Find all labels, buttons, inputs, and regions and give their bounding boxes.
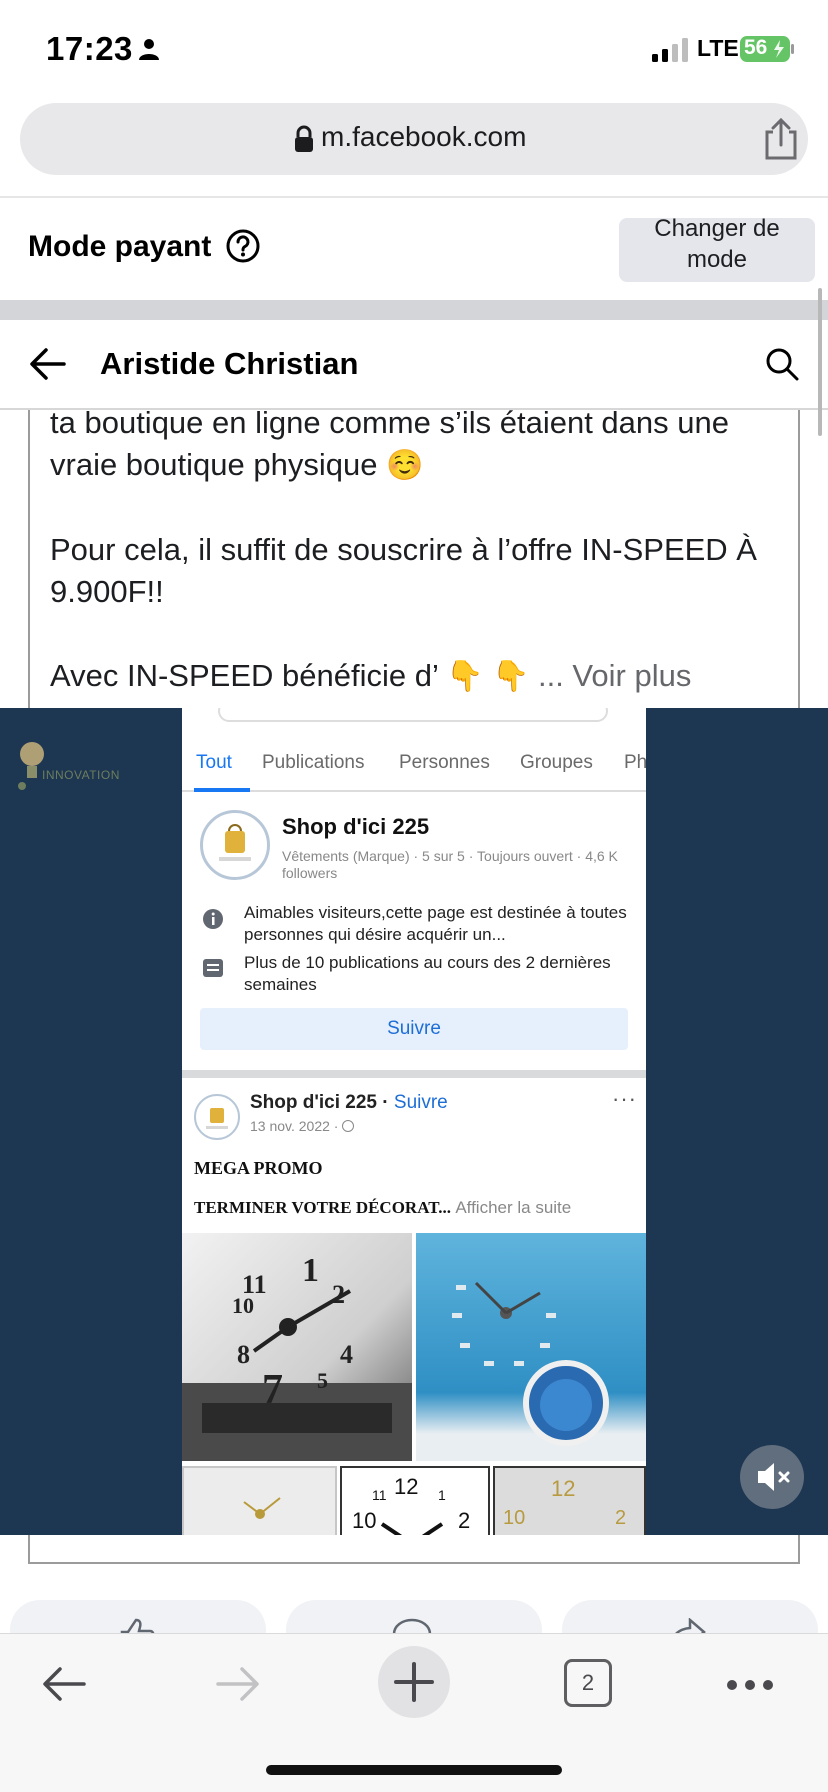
logo-text: INNOVATION <box>42 768 120 782</box>
post-line: Pour cela, il suffit de souscrire à l’of… <box>50 532 757 567</box>
show-more-link: Afficher la suite <box>455 1198 572 1217</box>
shop-post-date: 13 nov. 2022 · <box>250 1118 355 1134</box>
change-mode-button[interactable]: Changer de mode <box>619 215 815 282</box>
svg-text:10: 10 <box>352 1508 376 1533</box>
post-line: vraie boutique physique ☺️ <box>50 444 790 487</box>
info-icon <box>203 909 223 929</box>
home-indicator[interactable] <box>266 1765 562 1775</box>
svg-text:10: 10 <box>503 1507 525 1529</box>
svg-text:12: 12 <box>551 1476 575 1501</box>
innovation-logo <box>18 742 44 790</box>
promo-title: MEGA PROMO <box>194 1158 323 1178</box>
shop-post: Shop d'ici 225 · Suivre 13 nov. 2022 · ·… <box>182 1078 646 1535</box>
battery-icon: 56 <box>740 35 796 63</box>
tab-personnes: Personnes <box>399 752 490 773</box>
clock-photo-3 <box>182 1466 337 1535</box>
search-tabs: Tout Publications Personnes Groupes Ph <box>182 730 646 792</box>
paid-mode-banner: Mode payant Changer de mode <box>0 198 828 300</box>
tab-photos: Ph <box>624 752 646 773</box>
post-line-text: Avec IN-SPEED bénéficie d’ <box>50 658 438 693</box>
svg-text:1: 1 <box>438 1487 446 1503</box>
page-meta: Vêtements (Marque) · 5 sur 5 · Toujours … <box>282 848 618 881</box>
svg-text:11: 11 <box>372 1487 387 1503</box>
battery-level: 56 <box>744 36 768 59</box>
globe-icon <box>342 1120 355 1132</box>
shop-name-text: Shop d'ici 225 <box>250 1092 377 1113</box>
shop-follow-link: Suivre <box>393 1092 448 1113</box>
svg-text:7: 7 <box>262 1367 283 1413</box>
shop-name: Shop d'ici 225 · Suivre <box>250 1092 448 1113</box>
svg-text:4: 4 <box>340 1340 353 1369</box>
tabs-button[interactable]: 2 <box>564 1659 612 1707</box>
see-more-link[interactable]: ... Voir plus <box>538 658 691 693</box>
post-text: ta boutique en ligne comme s’ils étaient… <box>50 402 790 698</box>
lock-icon <box>295 125 313 152</box>
tab-tout: Tout <box>196 752 232 773</box>
scrollbar[interactable] <box>818 288 822 436</box>
page-result: Shop d'ici 225 Vêtements (Marque) · 5 su… <box>182 792 646 1070</box>
page-avatar <box>200 810 270 880</box>
screenshot-in-video: Tout Publications Personnes Groupes Ph S… <box>182 708 646 1535</box>
post-line: Avec IN-SPEED bénéficie d’ 👇 👇 ... Voir … <box>50 655 790 698</box>
network-label: LTE <box>697 35 739 61</box>
plus-icon <box>394 1662 434 1702</box>
profile-header: Aristide Christian <box>0 320 828 410</box>
post-line: 9.900F!! <box>50 574 164 609</box>
more-options-icon: ··· <box>612 1086 637 1111</box>
svg-text:8: 8 <box>237 1340 250 1369</box>
svg-text:2: 2 <box>615 1507 626 1529</box>
svg-text:1: 1 <box>302 1252 319 1289</box>
separator <box>182 1070 646 1078</box>
back-icon[interactable] <box>40 1664 88 1704</box>
svg-text:2: 2 <box>458 1508 470 1533</box>
section-separator <box>0 300 828 320</box>
page-description: Aimables visiteurs,cette page est destin… <box>244 903 627 944</box>
search-field-fragment <box>218 708 608 722</box>
search-icon[interactable] <box>764 346 800 382</box>
person-icon <box>139 39 159 60</box>
post-video[interactable]: INNOVATION Tout Publications Personnes G… <box>0 708 828 1535</box>
new-tab-button[interactable] <box>378 1646 450 1718</box>
profile-name: Aristide Christian <box>100 346 359 381</box>
back-arrow-icon[interactable] <box>28 346 68 382</box>
svg-text:10: 10 <box>232 1293 254 1318</box>
tab-groupes: Groupes <box>520 752 593 773</box>
more-icon[interactable] <box>726 1679 774 1691</box>
post-line-text: vraie boutique physique <box>50 447 378 482</box>
address-bar[interactable]: m.facebook.com <box>20 103 808 175</box>
clock-photo-1: 11 1 2 10 8 4 7 5 <box>182 1233 412 1461</box>
clock-photo-2 <box>416 1233 646 1461</box>
smile-emoji: ☺️ <box>386 449 424 482</box>
clock-photo-5: 12 10 2 <box>493 1466 646 1535</box>
share-icon[interactable] <box>761 117 801 161</box>
status-bar: 17:23 LTE 56 <box>0 0 828 96</box>
svg-text:5: 5 <box>317 1368 328 1393</box>
change-mode-label-2: mode <box>686 246 748 273</box>
speaker-muted-icon <box>758 1463 790 1491</box>
signal-icon <box>652 38 688 62</box>
url-text: m.facebook.com <box>321 121 527 152</box>
shop-post-date-text: 13 nov. 2022 · <box>250 1118 339 1134</box>
promo-text-main: TERMINER VOTRE DÉCORAT... <box>194 1198 452 1217</box>
help-icon[interactable] <box>226 229 260 263</box>
pointing-down-emoji: 👇 👇 <box>446 660 530 693</box>
svg-text:12: 12 <box>394 1474 418 1499</box>
clock-photo-4: 12 11 1 10 2 <box>340 1466 490 1535</box>
promo-text: TERMINER VOTRE DÉCORAT... Afficher la su… <box>194 1198 571 1218</box>
tab-publications: Publications <box>262 752 365 773</box>
mode-title: Mode payant <box>28 230 212 263</box>
page-name: Shop d'ici 225 <box>282 814 430 839</box>
shop-avatar <box>194 1094 240 1140</box>
forward-icon[interactable] <box>214 1664 262 1704</box>
posts-frequency: Plus de 10 publications au cours des 2 d… <box>244 953 611 994</box>
posts-icon <box>203 959 223 977</box>
status-time: 17:23 <box>46 30 133 67</box>
mute-button[interactable] <box>740 1445 804 1509</box>
follow-button: Suivre <box>200 1008 628 1050</box>
